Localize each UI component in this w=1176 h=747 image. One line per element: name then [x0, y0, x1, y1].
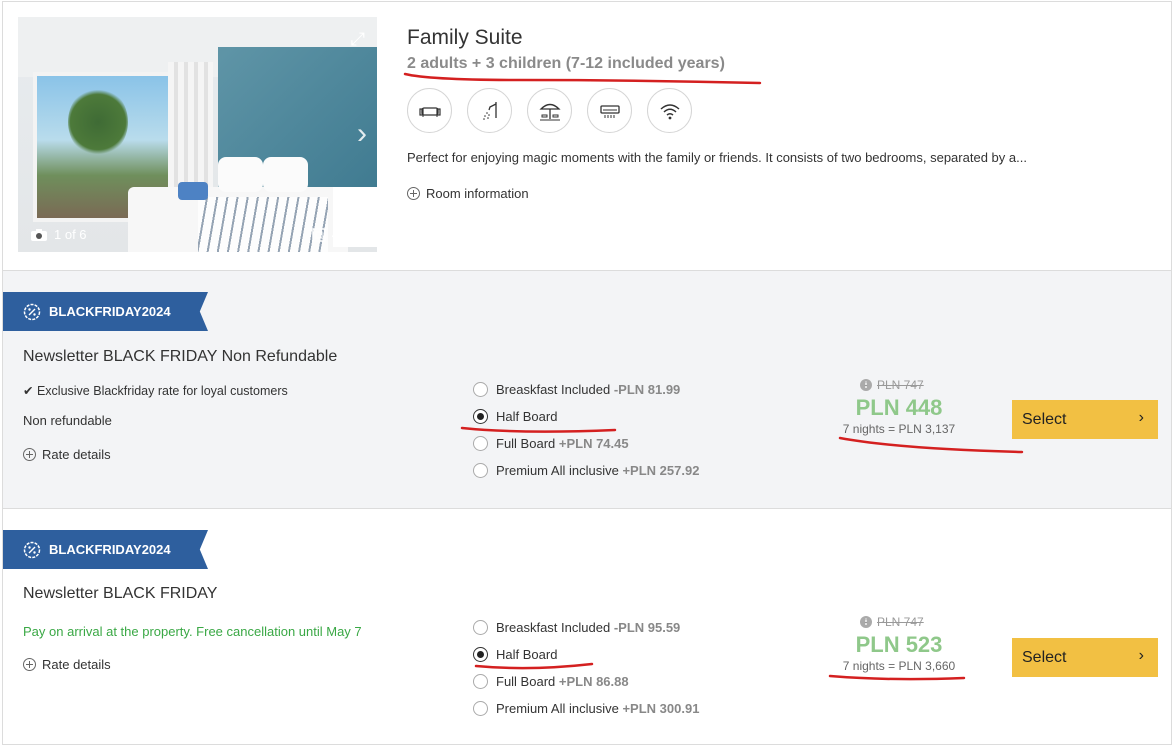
- annotation-underline-total-1: [838, 436, 1024, 454]
- annotation-overlay: [403, 72, 1024, 681]
- annotation-underline-half-board-2: [474, 662, 594, 670]
- annotation-underline-total-2: [828, 674, 966, 681]
- annotation-underline-occupancy: [403, 72, 762, 85]
- annotation-underline-half-board-1: [460, 426, 617, 433]
